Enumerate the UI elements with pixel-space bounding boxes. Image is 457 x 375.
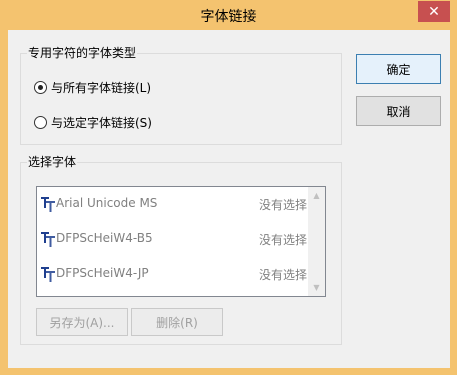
radio-link-selected-fonts[interactable]: 与选定字体链接(S) [34, 114, 152, 131]
font-type-group-label: 专用字符的字体类型 [27, 46, 138, 60]
font-status: 没有选择 [258, 233, 307, 247]
save-as-button[interactable]: 另存为(A)... [36, 308, 128, 336]
font-status: 没有选择 [258, 268, 307, 282]
ok-button[interactable]: 确定 [356, 54, 441, 84]
font-status: 没有选择 [258, 198, 307, 212]
font-type-group: 专用字符的字体类型 [20, 46, 342, 145]
list-scrollbar[interactable]: ▲ ▼ [308, 187, 325, 296]
font-name: DFPScHeiW4-B5 [56, 231, 153, 245]
close-button[interactable]: ✕ [418, 1, 450, 22]
radio-link-selected-fonts-label: 与选定字体链接(S) [51, 116, 152, 130]
radio-link-all-fonts-label: 与所有字体链接(L) [51, 81, 152, 95]
dialog-title: 字体链接 [200, 9, 257, 25]
scroll-up-arrow-icon[interactable]: ▲ [308, 187, 325, 204]
list-item[interactable]: Arial Unicode MS 没有选择 [37, 192, 309, 216]
radio-link-all-fonts[interactable]: 与所有字体链接(L) [34, 79, 151, 96]
font-name: DFPScHeiW4-JP [56, 266, 149, 280]
dialog-body: 专用字符的字体类型 与所有字体链接(L) 与选定字体链接(S) 确定 取消 选择… [8, 30, 450, 368]
list-item[interactable]: DFPScHeiW4-B5 没有选择 [37, 227, 309, 251]
scroll-down-arrow-icon[interactable]: ▼ [308, 279, 325, 296]
truetype-font-icon [41, 232, 55, 247]
font-name: Arial Unicode MS [56, 196, 158, 210]
delete-button[interactable]: 删除(R) [131, 308, 223, 336]
truetype-font-icon [41, 267, 55, 282]
cancel-button[interactable]: 取消 [356, 96, 441, 126]
select-font-group-label: 选择字体 [27, 155, 78, 169]
title-bar: 字体链接 ✕ [0, 0, 457, 30]
truetype-font-icon [41, 197, 55, 212]
radio-indicator-checked[interactable] [34, 81, 47, 94]
close-icon: ✕ [428, 3, 440, 20]
list-item[interactable]: DFPScHeiW4-JP 没有选择 [37, 262, 309, 286]
font-list[interactable]: Arial Unicode MS 没有选择 DFPScHeiW4-B5 没有选择… [36, 186, 326, 297]
radio-indicator-unchecked[interactable] [34, 116, 47, 129]
